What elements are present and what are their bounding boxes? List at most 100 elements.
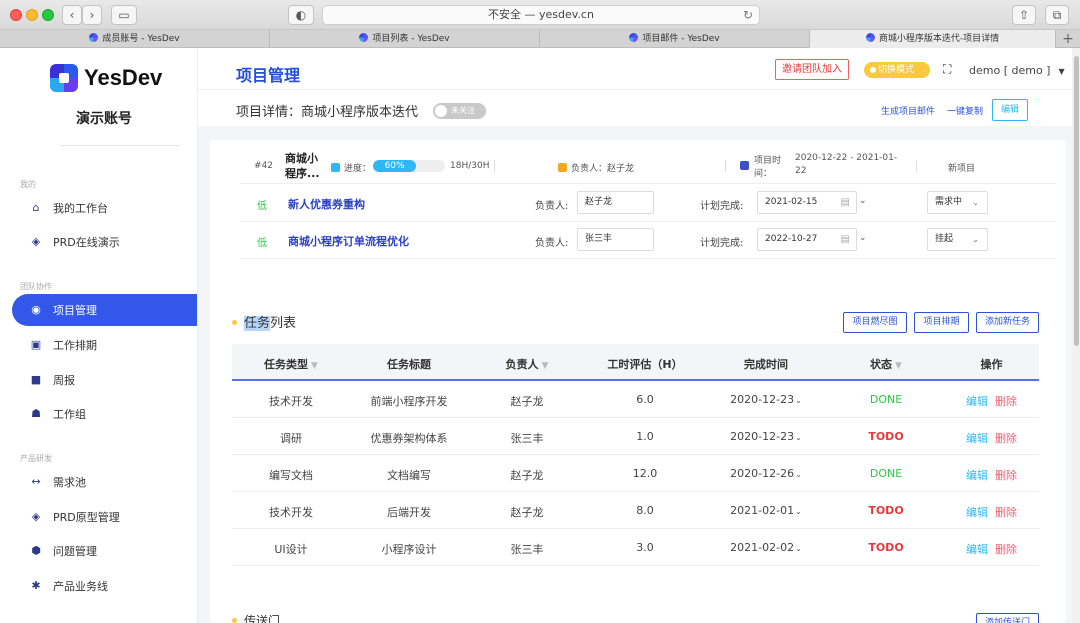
edit-task-link[interactable]: 编辑 (966, 432, 988, 445)
sidebar-item-prd-demo[interactable]: ◈ PRD在线演示 (12, 226, 197, 258)
sidebar-group-label: 我的 (20, 180, 36, 189)
forward-button[interactable]: › (82, 5, 102, 25)
delete-task-link[interactable]: 删除 (995, 469, 1017, 482)
delete-task-link[interactable]: 删除 (995, 432, 1017, 445)
project-subheader: 项目详情：商城小程序版本迭代 未关注 生成项目邮件 一键复制 编辑 (198, 90, 1072, 126)
project-name[interactable]: 商城小程序... (285, 151, 323, 181)
divider (725, 160, 726, 172)
reload-icon[interactable]: ↻ (743, 6, 753, 24)
chevron-down-icon[interactable]: ⌄ (859, 233, 867, 243)
cell-due-date[interactable]: 2020-12-23⌄ (704, 393, 828, 406)
task-list-title: 任务列表 (232, 312, 296, 331)
new-tab-icon[interactable]: + (1056, 30, 1080, 48)
fullscreen-icon[interactable]: ⛶ (943, 63, 955, 75)
window-close-button[interactable] (10, 9, 22, 21)
sidebar-item-requirement-pool[interactable]: ↔ 需求池 (12, 466, 197, 498)
edit-project-button[interactable]: 编辑 (992, 99, 1028, 121)
edit-task-link[interactable]: 编辑 (966, 543, 988, 556)
browser-tab[interactable]: 成员账号 - YesDev (0, 30, 270, 48)
follow-toggle[interactable]: 未关注 (433, 103, 486, 119)
sidebar-group-label: 产品研发 (20, 454, 52, 463)
edit-task-link[interactable]: 编辑 (966, 469, 988, 482)
filter-icon[interactable]: ▼ (895, 361, 902, 371)
edit-task-link[interactable]: 编辑 (966, 395, 988, 408)
requirement-title[interactable]: 商城小程序订单流程优化 (288, 233, 409, 249)
window-maximize-button[interactable] (42, 9, 54, 21)
project-time-value: 2020-12-22 - 2021-01-22 (795, 153, 898, 176)
sidebar-toggle-icon[interactable]: ▭ (111, 5, 137, 25)
address-bar[interactable]: 不安全 — yesdev.cn ↻ (322, 5, 760, 25)
task-list-title-highlight: 任务 (244, 316, 271, 331)
owner-field-label: 负责人: (535, 238, 569, 249)
sidebar-item-label: 需求池 (53, 476, 86, 489)
filter-icon[interactable]: ▼ (542, 361, 549, 371)
date-picker[interactable]: 2022-10-27 ▤ (757, 228, 857, 251)
chevron-down-icon: ⌄ (795, 544, 802, 553)
owner-input[interactable]: 赵子龙 (577, 191, 654, 214)
filter-icon[interactable]: ▼ (311, 361, 318, 371)
sidebar-item-schedule[interactable]: ▣ 工作排期 (12, 329, 197, 361)
sidebar-item-project-management[interactable]: ◉ 项目管理 (12, 294, 197, 326)
bullet-icon (232, 320, 237, 325)
cell-due-date[interactable]: 2020-12-23⌄ (704, 430, 828, 443)
project-schedule-button[interactable]: 项目排期 (914, 312, 969, 333)
share-icon[interactable]: ⇧ (1012, 5, 1036, 25)
project-owner: 负责人：赵子龙 (558, 161, 634, 174)
delete-task-link[interactable]: 删除 (995, 543, 1017, 556)
back-button[interactable]: ‹ (62, 5, 82, 25)
delete-task-link[interactable]: 删除 (995, 506, 1017, 519)
add-task-button[interactable]: 添加新任务 (976, 312, 1039, 333)
sidebar-item-weekly-report[interactable]: ■ 周报 (12, 364, 197, 396)
cell-due-date[interactable]: 2021-02-02⌄ (704, 541, 828, 554)
generate-email-link[interactable]: 生成项目邮件 (881, 104, 935, 117)
date-picker[interactable]: 2021-02-15 ▤ (757, 191, 857, 214)
project-status: 新项目 (948, 164, 976, 174)
tabs-overview-icon[interactable]: ⧉ (1045, 5, 1069, 25)
browser-tab[interactable]: 项目邮件 - YesDev (540, 30, 810, 48)
col-hours: 工时评估（H） (607, 358, 683, 371)
delete-task-link[interactable]: 删除 (995, 395, 1017, 408)
sidebar-item-workbench[interactable]: ⌂ 我的工作台 (12, 192, 197, 224)
sidebar-item-workgroup[interactable]: ☗ 工作组 (12, 398, 197, 430)
cell-due-date[interactable]: 2020-12-26⌄ (704, 467, 828, 480)
layers-icon: ◈ (31, 235, 41, 248)
requirement-title[interactable]: 新人优惠券重构 (288, 196, 365, 212)
window-minimize-button[interactable] (26, 9, 38, 21)
logo[interactable]: YesDev (50, 64, 162, 92)
requirement-row: 低 商城小程序订单流程优化 负责人: 张三丰 计划完成: 2022-10-27 ▤… (240, 222, 1056, 259)
copy-link[interactable]: 一键复制 (947, 104, 983, 117)
browser-tab-active[interactable]: 商城小程序版本迭代-项目详情 (810, 30, 1056, 48)
col-status: 状态 ▼ (828, 356, 944, 372)
user-menu[interactable]: demo [ demo ] ▼ (969, 64, 1065, 77)
status-select[interactable]: 挂起 ⌄ (927, 228, 988, 251)
switch-mode-button[interactable]: 切换模式 (864, 62, 930, 78)
sidebar-item-issues[interactable]: ⬢ 问题管理 (12, 535, 197, 567)
row-actions: 编辑 删除 (944, 467, 1039, 483)
owner-input[interactable]: 张三丰 (577, 228, 654, 251)
date-value: 2020-12-26 (730, 467, 795, 480)
scrollbar-thumb[interactable] (1074, 56, 1079, 346)
row-actions: 编辑 删除 (944, 430, 1039, 446)
status-value: 需求中 (935, 197, 963, 207)
cell-owner: 赵子龙 (510, 395, 544, 408)
edit-task-link[interactable]: 编辑 (966, 506, 988, 519)
cell-title: 前端小程序开发 (370, 395, 448, 408)
owner-field-label: 负责人: (535, 201, 569, 212)
cell-owner: 张三丰 (510, 432, 544, 445)
table-header: 任务类型 ▼ 任务标题 负责人 ▼ 工时评估（H） 完成时间 状态 ▼ 操作 (232, 344, 1039, 381)
status-badge: DONE (869, 467, 903, 480)
burndown-chart-button[interactable]: 项目燃尽图 (843, 312, 907, 333)
sidebar-item-prd-prototype[interactable]: ◈ PRD原型管理 (12, 501, 197, 533)
invite-team-button[interactable]: 邀请团队加入 (775, 59, 849, 80)
status-select[interactable]: 需求中 ⌄ (927, 191, 988, 214)
privacy-shield-icon[interactable]: ◐ (288, 5, 314, 25)
cell-owner: 赵子龙 (510, 469, 544, 482)
progress-fill: 60% (373, 160, 417, 172)
chevron-down-icon[interactable]: ⌄ (859, 196, 867, 206)
sidebar-item-product-lines[interactable]: ✱ 产品业务线 (12, 570, 197, 602)
requirement-row: 低 新人优惠券重构 负责人: 赵子龙 计划完成: 2021-02-15 ▤ ⌄ 需… (240, 185, 1056, 222)
cell-due-date[interactable]: 2021-02-01⌄ (704, 504, 828, 517)
browser-tab[interactable]: 项目列表 - YesDev (270, 30, 540, 48)
add-portal-button[interactable]: 添加传送门 (976, 613, 1039, 623)
page-title: 项目管理 (236, 66, 301, 85)
